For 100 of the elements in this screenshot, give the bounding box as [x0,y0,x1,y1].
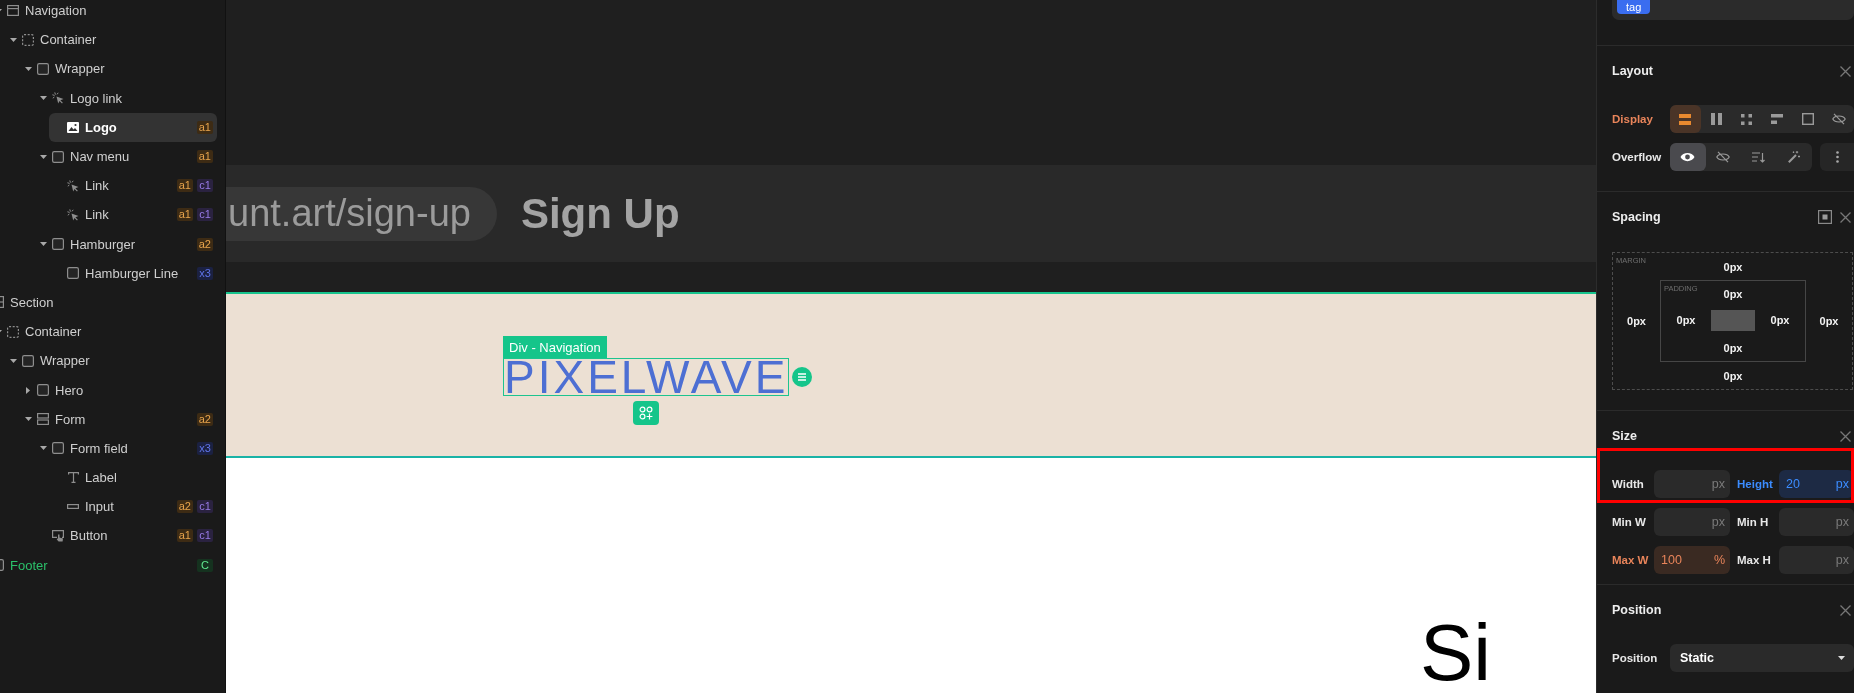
unit-label: px [1835,515,1849,529]
button-pointer-icon [52,529,64,542]
list-arrow-down-icon [1752,151,1766,163]
stacked-bars-icon [1679,113,1692,125]
layer-item[interactable]: Button a1 c1 [34,521,217,551]
selection-label: Div - Navigation [503,336,607,358]
cursor-click-icon [67,208,79,221]
content-box [1711,309,1755,331]
section-title: Size [1612,429,1638,443]
layer-item[interactable]: Link a1 c1 [49,171,217,201]
unit-label: px [1835,553,1849,567]
size-field[interactable]: 100 % [1654,546,1730,574]
more-vertical-icon [1835,151,1839,163]
padding-top-value[interactable]: 0px [1711,281,1755,306]
layer-item[interactable]: Label [49,463,217,493]
margin-right-value[interactable]: 0px [1806,280,1852,362]
layer-item[interactable]: Footer C [0,550,217,580]
style-badge: a1 [196,120,213,134]
layer-item[interactable]: Hamburger Line x3 [49,258,217,288]
padding-bottom-value[interactable]: 0px [1711,334,1755,361]
caret-down-icon[interactable] [9,358,17,363]
style-badge: c1 [197,500,213,514]
url-field[interactable]: unt.art/sign-up [226,186,497,241]
field-label: Max W [1612,554,1650,566]
layer-item[interactable]: Form a2 [19,404,217,434]
caret-down-icon [1838,656,1845,660]
layer-item[interactable]: Logo link [34,83,217,113]
field-label: Height [1736,478,1774,490]
layer-item[interactable]: Nav menu a1 [34,141,217,172]
columns-icon [1710,113,1722,125]
caret-down-icon[interactable] [24,417,32,422]
overflow-option[interactable] [1670,143,1706,171]
square-icon [37,62,49,75]
property-label: Overflow [1612,151,1663,163]
layer-item[interactable]: Logo a1 [49,112,217,142]
field-label: Min H [1736,516,1770,528]
caret-down-icon[interactable] [39,242,47,247]
unit-label: px [1835,477,1849,491]
image-icon [67,121,79,133]
display-option[interactable] [1670,105,1701,133]
layer-item[interactable]: Wrapper [4,346,217,376]
layer-item[interactable]: Section [0,287,217,318]
square-icon [22,354,34,367]
caret-down-icon[interactable] [39,154,47,159]
layer-item[interactable]: Wrapper [19,54,217,84]
padding-left-value[interactable]: 0px [1661,306,1711,334]
property-label: Display [1612,113,1654,125]
close-icon[interactable] [1840,211,1851,223]
close-icon[interactable] [1840,604,1851,616]
style-badge: a1 [176,208,193,222]
layer-item[interactable]: Link a1 c1 [49,200,217,230]
shapes-plus-icon [639,406,654,420]
caret-down-icon[interactable] [39,96,47,101]
style-badge: a2 [196,237,213,251]
dashed-square-icon [22,33,34,46]
caret-right-icon[interactable] [26,386,30,394]
square-icon [67,267,79,280]
layer-item[interactable]: Form field x3 [34,433,217,463]
field-label: Width [1612,478,1645,490]
close-icon[interactable] [1840,65,1851,77]
eye-off-icon [1831,113,1846,125]
section-title: Position [1612,603,1663,617]
size-field[interactable]: 20 px [1779,470,1854,498]
padding-right-value[interactable]: 0px [1755,306,1805,334]
tag-chip[interactable]: tag [1617,0,1651,14]
field-label: Max H [1736,554,1772,566]
position-dropdown[interactable]: Static [1670,644,1854,672]
square-icon [37,384,49,397]
style-badge: C [197,558,213,572]
caret-down-icon[interactable] [24,66,32,71]
style-badge: x3 [197,441,213,455]
property-label: Position [1612,652,1659,664]
style-badge: x3 [197,266,213,280]
margin-bottom-value[interactable]: 0px [1660,362,1806,389]
style-badge: a1 [196,150,213,164]
layer-item[interactable]: Container [4,25,217,55]
section-title: Spacing [1612,210,1662,224]
unit-label: % [1713,553,1725,567]
square-outline-icon [1802,113,1814,125]
style-badge: a1 [176,179,193,193]
caret-down-icon[interactable] [9,37,17,42]
style-badge: c1 [197,179,213,193]
unit-label: px [1711,515,1725,529]
selector-field[interactable]: tag [1612,0,1854,20]
layer-item[interactable]: Container [0,317,217,347]
input-box-icon [67,504,79,510]
square-icon [52,238,64,251]
style-badge: c1 [197,529,213,543]
style-badge: a2 [196,412,213,426]
stacked-boxes-icon [37,413,49,426]
close-icon[interactable] [1840,430,1851,442]
layer-item[interactable]: Hamburger a2 [34,229,217,259]
layer-item[interactable]: Hero [19,375,217,405]
square-icon [52,442,64,455]
margin-top-value[interactable]: 0px [1660,253,1806,280]
layer-item[interactable]: Navigation [0,0,217,26]
margin-left-value[interactable]: 0px [1613,280,1660,362]
layer-item[interactable]: Input a2 c1 [49,492,217,522]
caret-down-icon[interactable] [39,446,47,451]
magic-wand-icon [1788,151,1801,163]
